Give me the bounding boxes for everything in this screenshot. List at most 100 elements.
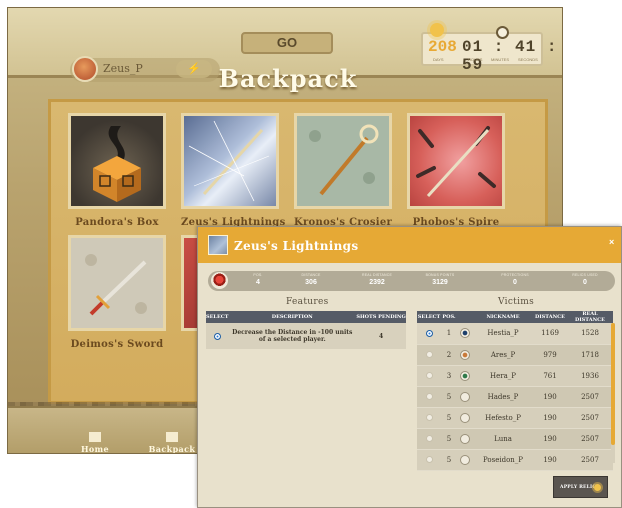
features-table: Select Description Shots Pending Decreas… xyxy=(206,311,406,349)
nickname-cell: Hades_P xyxy=(473,386,533,408)
select-cell[interactable] xyxy=(417,365,441,387)
avatar-cell xyxy=(457,449,473,471)
real-distance-cell: 2507 xyxy=(567,449,613,471)
sun-icon xyxy=(430,23,444,37)
victim-radio[interactable] xyxy=(425,372,433,379)
stat-label: Pos. xyxy=(253,273,263,277)
backpack-icon xyxy=(166,432,178,442)
avatar-cell xyxy=(457,428,473,450)
stat-value: 2392 xyxy=(369,279,385,286)
timer-label-minutes: MINUTES xyxy=(491,57,509,62)
item-kronos-crosier[interactable]: Kronos's Crosier xyxy=(294,113,392,228)
stat-label: Real Distance xyxy=(361,273,393,277)
timer-label-hours: HOURS xyxy=(468,57,483,62)
table-row[interactable]: Decrease the Distance in -100 units of a… xyxy=(206,323,406,349)
stat-value: 3129 xyxy=(432,279,448,286)
home-icon xyxy=(89,432,101,442)
real-distance-cell: 1936 xyxy=(567,365,613,387)
nav-backpack[interactable]: Backpack xyxy=(142,432,202,454)
stat-value: 4 xyxy=(256,279,260,286)
column-header: Distance xyxy=(533,311,567,323)
stat-label: Protections xyxy=(501,273,529,277)
select-cell[interactable] xyxy=(417,323,441,345)
item-image xyxy=(68,113,166,209)
table-row[interactable]: 2 Ares_P 979 1718 xyxy=(417,344,613,366)
avatar xyxy=(460,391,470,402)
select-cell[interactable] xyxy=(417,449,441,471)
pos-cell: 5 xyxy=(441,428,457,450)
table-row[interactable]: 1 Hestia_P 1169 1528 xyxy=(417,323,613,345)
nav-home-label: Home xyxy=(80,444,110,454)
nickname-cell: Ares_P xyxy=(473,344,533,366)
nav-home[interactable]: Home xyxy=(65,432,125,454)
description-cell: Decrease the Distance in -100 units of a… xyxy=(228,323,357,349)
stat-real-distance: Real Distance 2392 xyxy=(347,273,407,286)
select-cell[interactable] xyxy=(417,428,441,450)
stat-relics-used: Relics Used 0 xyxy=(555,273,615,286)
features-title: Features xyxy=(286,297,329,307)
select-cell[interactable] xyxy=(417,407,441,429)
item-image xyxy=(68,235,166,331)
victim-radio[interactable] xyxy=(425,435,433,442)
distance-cell: 190 xyxy=(533,386,567,408)
real-distance-cell: 1528 xyxy=(567,323,613,345)
victim-radio[interactable] xyxy=(425,456,433,463)
crosier-icon xyxy=(309,124,379,196)
table-row[interactable]: 5 Hefesto_P 190 2507 xyxy=(417,407,613,429)
stat-protections: Protections 0 xyxy=(485,273,545,286)
item-label: Deimos's Sword xyxy=(70,339,164,350)
item-phobos-spire[interactable]: Phobos's Spire xyxy=(407,113,505,228)
avatar-cell xyxy=(457,365,473,387)
table-row[interactable]: 3 Hera_P 761 1936 xyxy=(417,365,613,387)
select-cell[interactable] xyxy=(417,344,441,366)
stat-distance: Distance 306 xyxy=(281,273,341,286)
avatar xyxy=(460,454,470,465)
nav-backpack-label: Backpack xyxy=(148,444,196,454)
distance-cell: 190 xyxy=(533,407,567,429)
page-title: Backpack xyxy=(218,64,358,93)
avatar[interactable] xyxy=(72,56,98,82)
item-zeus-lightnings[interactable]: Zeus's Lightnings xyxy=(181,113,285,228)
column-header: Description xyxy=(228,311,357,323)
avatar-cell xyxy=(457,407,473,429)
column-header: Shots Pending xyxy=(356,311,406,323)
avatar xyxy=(460,433,470,444)
victim-radio[interactable] xyxy=(425,329,433,337)
shots-cell: 4 xyxy=(356,323,406,349)
stat-value: 0 xyxy=(583,279,587,286)
column-header: Real Distance xyxy=(567,311,613,323)
target-icon xyxy=(211,272,228,289)
nickname-cell: Hestia_P xyxy=(473,323,533,345)
stat-label: Distance xyxy=(301,273,321,277)
avatar-cell xyxy=(457,344,473,366)
lightning-bolt-icon xyxy=(188,120,270,202)
table-row[interactable]: 5 Hades_P 190 2507 xyxy=(417,386,613,408)
username: Zeus_P xyxy=(103,62,143,75)
item-pandoras-box[interactable]: Pandora's Box xyxy=(68,113,166,228)
table-row[interactable]: 5 Luna 190 2507 xyxy=(417,428,613,450)
distance-cell: 190 xyxy=(533,449,567,471)
sword-icon xyxy=(85,254,147,316)
pos-cell: 5 xyxy=(441,386,457,408)
pos-cell: 5 xyxy=(441,449,457,471)
lightning-icon[interactable]: ⚡ xyxy=(176,60,212,78)
victim-radio[interactable] xyxy=(425,351,433,358)
scrollbar-thumb[interactable] xyxy=(611,323,615,445)
avatar xyxy=(460,349,470,360)
timer-label-days: DAYS xyxy=(433,57,444,62)
close-icon[interactable]: × xyxy=(609,237,614,247)
avatar-cell xyxy=(457,323,473,345)
select-cell[interactable] xyxy=(417,386,441,408)
feature-radio[interactable] xyxy=(213,332,221,340)
timer-label-seconds: SECONDS xyxy=(518,57,538,62)
column-header: Pos. xyxy=(441,311,457,323)
select-cell[interactable] xyxy=(206,323,229,349)
table-row[interactable]: 5 Poseidon_P 190 2507 xyxy=(417,449,613,471)
stat-label: Relics Used xyxy=(572,273,598,277)
victim-radio[interactable] xyxy=(425,414,433,421)
item-image xyxy=(407,113,505,209)
item-deimos-sword[interactable]: Deimos's Sword xyxy=(68,235,166,350)
stat-label: Bonus Points xyxy=(425,273,455,277)
victim-radio[interactable] xyxy=(425,393,433,400)
column-header: Nickname xyxy=(473,311,533,323)
